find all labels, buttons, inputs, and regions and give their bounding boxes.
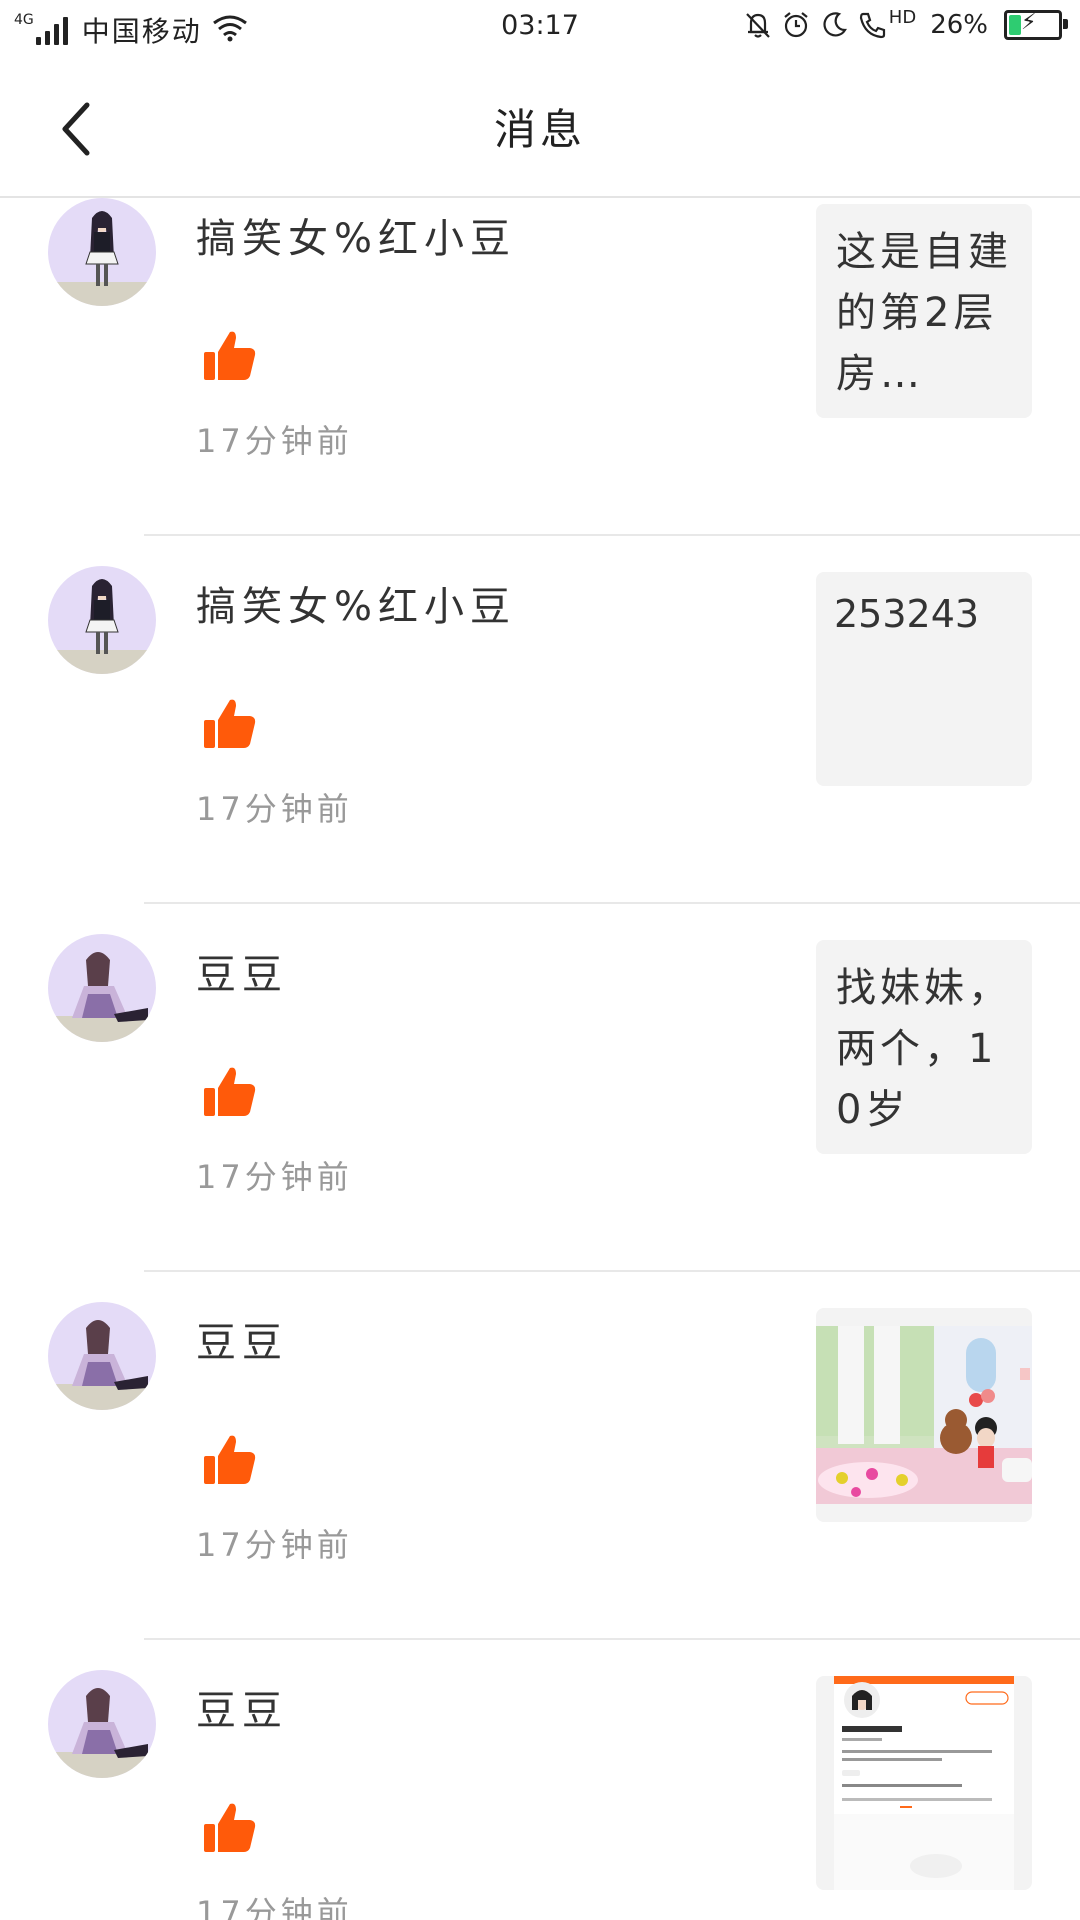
username[interactable]: 豆豆 xyxy=(196,1310,288,1368)
avatar[interactable] xyxy=(48,934,156,1042)
avatar[interactable] xyxy=(48,1302,156,1410)
username[interactable]: 搞笑女%红小豆 xyxy=(196,206,516,264)
hd-label: HD xyxy=(888,6,917,28)
post-preview[interactable]: 这是自建的第2层房… xyxy=(816,204,1032,418)
message-list-content: 搞笑女%红小豆 17分钟前 这是自建的第2层房… 搞笑女%红小豆 17分钟前 2… xyxy=(0,198,1080,1920)
username[interactable]: 豆豆 xyxy=(196,942,288,1000)
message-row[interactable]: 搞笑女%红小豆 17分钟前 这是自建的第2层房… xyxy=(0,198,1080,536)
battery-tip xyxy=(1063,19,1068,29)
battery-fill xyxy=(1009,15,1021,35)
battery-percent: 26% xyxy=(930,10,988,40)
message-row[interactable]: 豆豆 17分钟前 xyxy=(0,1272,1080,1640)
status-bar: 4G 中国移动 03:17 HD 26% ⚡ xyxy=(0,0,1080,56)
room-scene-image xyxy=(816,1326,1032,1504)
hd-call-icon xyxy=(857,10,889,40)
post-preview[interactable] xyxy=(816,1676,1032,1890)
timestamp: 17分钟前 xyxy=(196,422,353,460)
profile-screenshot-image xyxy=(834,1676,1014,1890)
timestamp: 17分钟前 xyxy=(196,1894,353,1920)
alarm-icon xyxy=(781,10,811,40)
battery-icon: ⚡ xyxy=(1004,10,1068,40)
page-title: 消息 xyxy=(493,105,586,154)
preview-text: 找妹妹，两个，10岁 xyxy=(836,965,1012,1133)
timestamp: 17分钟前 xyxy=(196,1158,353,1196)
post-preview[interactable]: 找妹妹，两个，10岁 xyxy=(816,940,1032,1154)
status-right: HD 26% ⚡ xyxy=(743,6,1068,40)
avatar[interactable] xyxy=(48,198,156,306)
preview-text: 这是自建的第2层房… xyxy=(836,229,1012,397)
thumbs-up-icon xyxy=(202,1064,258,1120)
post-preview[interactable]: 253243 xyxy=(816,572,1032,786)
username[interactable]: 豆豆 xyxy=(196,1678,288,1736)
thumbs-up-icon xyxy=(202,1800,258,1856)
message-row[interactable]: 搞笑女%红小豆 17分钟前 253243 xyxy=(0,536,1080,904)
thumbs-up-icon xyxy=(202,328,258,384)
header-bar: 消息 xyxy=(0,56,1080,198)
timestamp: 17分钟前 xyxy=(196,1526,353,1564)
silent-bell-icon xyxy=(743,10,773,40)
thumbs-up-icon xyxy=(202,1432,258,1488)
message-row[interactable]: 豆豆 17分钟前 找妹妹，两个，10岁 xyxy=(0,904,1080,1272)
thumbs-up-icon xyxy=(202,696,258,752)
username[interactable]: 搞笑女%红小豆 xyxy=(196,574,516,632)
post-preview[interactable] xyxy=(816,1308,1032,1522)
avatar[interactable] xyxy=(48,566,156,674)
moon-icon xyxy=(819,10,849,40)
timestamp: 17分钟前 xyxy=(196,790,353,828)
preview-text: 253243 xyxy=(834,592,980,636)
charging-bolt-icon: ⚡ xyxy=(1021,10,1037,35)
message-row[interactable]: 豆豆 17分钟前 xyxy=(0,1640,1080,1920)
message-list[interactable]: 搞笑女%红小豆 17分钟前 这是自建的第2层房… 搞笑女%红小豆 17分钟前 2… xyxy=(0,198,1080,1920)
avatar[interactable] xyxy=(48,1670,156,1778)
